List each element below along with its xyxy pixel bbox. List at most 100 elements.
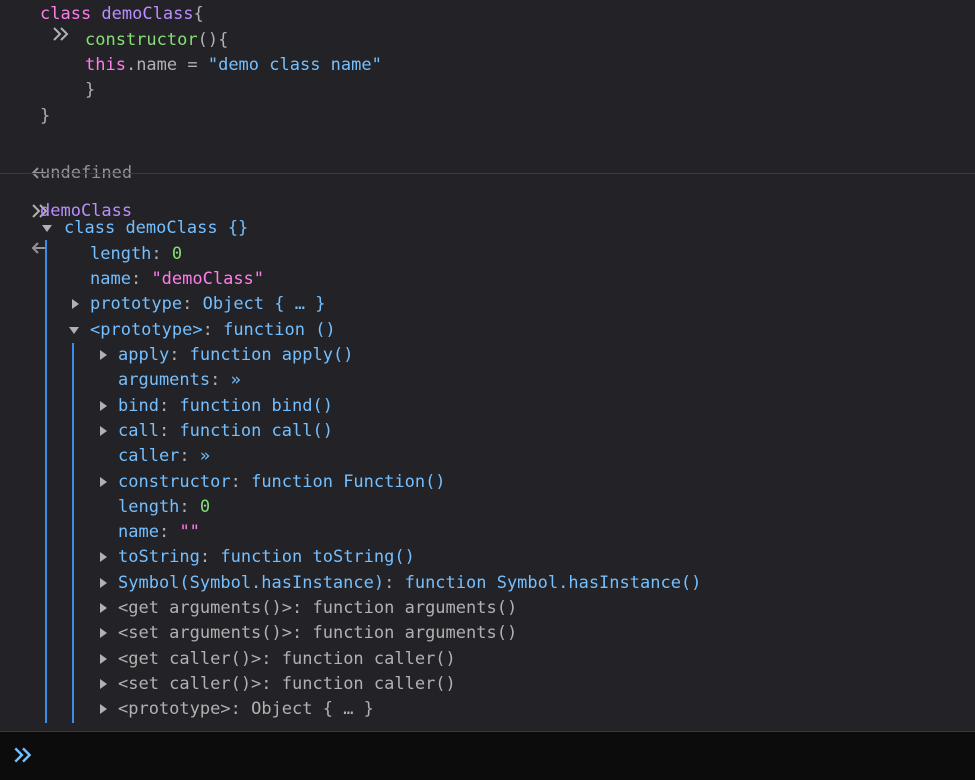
input-row-2: demoClass <box>10 181 132 221</box>
property-key: Symbol(Symbol.hasInstance) <box>118 572 385 593</box>
input-prompt-icon <box>14 747 32 763</box>
expand-triangle-icon[interactable] <box>100 678 107 689</box>
property-key: length <box>118 496 180 517</box>
prototype-property: length: 0 <box>118 497 210 517</box>
object-header-text[interactable]: class demoClass {} <box>64 218 248 238</box>
code-token: constructor <box>85 30 198 50</box>
property-separator: : <box>199 547 221 568</box>
code-token: class <box>40 4 102 24</box>
prop-name: name: "demoClass" <box>90 269 265 289</box>
property-separator: : <box>158 522 180 543</box>
expand-triangle-icon[interactable] <box>100 400 107 411</box>
property-key: name <box>118 522 159 543</box>
property-separator: : <box>230 471 252 492</box>
property-value: function Symbol.hasInstance() <box>404 572 702 593</box>
property-value: function arguments() <box>312 598 518 618</box>
class-body: {} <box>227 218 249 238</box>
property-key: <get arguments()> <box>118 598 292 618</box>
property-key: <get caller()> <box>118 648 262 669</box>
code-line: } <box>85 80 95 100</box>
property-key: <set arguments()> <box>118 623 292 644</box>
property-separator: : <box>158 395 180 416</box>
property-value: Object { … } <box>251 699 374 720</box>
prototype-property[interactable]: apply: function apply() <box>118 345 353 365</box>
property-value: function caller() <box>281 673 456 694</box>
prototype-property[interactable]: <get caller()>: function caller() <box>118 649 456 669</box>
prototype-property[interactable]: <set arguments()>: function arguments() <box>118 623 517 643</box>
property-value: » <box>230 370 241 391</box>
expand-triangle-icon[interactable] <box>100 552 107 563</box>
property-key: arguments <box>118 370 211 391</box>
expand-triangle-icon[interactable] <box>100 603 107 613</box>
expand-triangle-icon[interactable] <box>100 476 107 487</box>
prototype-property: caller: » <box>118 446 210 466</box>
property-separator: : <box>292 623 313 644</box>
property-separator: : <box>210 370 231 391</box>
property-key: constructor <box>118 471 231 492</box>
code-token: } <box>40 106 51 126</box>
tree-guide-line <box>45 240 47 723</box>
expand-triangle-icon[interactable] <box>100 628 107 639</box>
property-key: bind <box>118 395 159 416</box>
property-value: 0 <box>199 496 211 517</box>
property-value: function bind() <box>179 395 333 416</box>
property-separator: : <box>384 572 405 593</box>
prop-prototype[interactable]: prototype: Object { … } <box>90 294 325 314</box>
property-value: "" <box>179 522 200 543</box>
property-value: function caller() <box>281 648 456 669</box>
result-row-1: undefined <box>10 143 132 183</box>
object-header[interactable] <box>10 218 47 254</box>
property-key: <prototype> <box>118 699 231 720</box>
prototype-property[interactable]: <set caller()>: function caller() <box>118 674 456 694</box>
property-separator: : <box>179 496 200 517</box>
code-line: this.name = "demo class name" <box>85 55 382 75</box>
property-value: function toString() <box>220 547 415 568</box>
expand-triangle-icon[interactable] <box>100 704 107 715</box>
prototype-property[interactable]: toString: function toString() <box>118 547 415 567</box>
code-line: constructor(){ <box>85 30 228 50</box>
property-separator: : <box>292 598 313 618</box>
code-token: (){ <box>197 30 229 50</box>
entry-separator <box>0 173 975 174</box>
prototype-property[interactable]: bind: function bind() <box>118 396 333 416</box>
tree-guide-line <box>72 343 74 723</box>
expand-triangle-icon[interactable] <box>72 299 79 309</box>
property-key: caller <box>118 446 180 467</box>
expand-triangle-icon[interactable] <box>100 350 107 360</box>
property-separator: : <box>179 446 200 467</box>
collapse-triangle-icon[interactable] <box>69 327 79 334</box>
collapse-triangle-icon[interactable] <box>42 225 52 232</box>
property-key: call <box>118 420 159 441</box>
property-value: function arguments() <box>312 623 518 644</box>
code-token: "demo class name" <box>207 55 382 75</box>
prototype-property: name: "" <box>118 522 200 542</box>
code-line: class demoClass{ <box>40 4 204 24</box>
code-line: } <box>40 106 50 126</box>
class-keyword: class <box>64 218 116 238</box>
property-key: <set caller()> <box>118 673 262 694</box>
code-token: demoClass <box>101 4 194 24</box>
prototype-property[interactable]: <prototype>: Object { … } <box>118 699 374 719</box>
prototype-property[interactable]: Symbol(Symbol.hasInstance): function Sym… <box>118 573 701 593</box>
property-key: apply <box>118 345 170 365</box>
property-value: function Function() <box>251 471 446 492</box>
expand-triangle-icon[interactable] <box>100 653 107 664</box>
property-separator: : <box>230 699 252 720</box>
console-input-bar[interactable] <box>0 731 975 780</box>
property-separator: : <box>169 345 190 365</box>
prop-proto[interactable]: <prototype>: function () <box>90 320 336 340</box>
prototype-property[interactable]: call: function call() <box>118 421 333 441</box>
property-separator: : <box>261 673 282 694</box>
prototype-property[interactable]: constructor: function Function() <box>118 472 446 492</box>
prop-length: length: 0 <box>90 244 183 264</box>
code-token: } <box>85 80 96 100</box>
code-token: { <box>193 4 204 24</box>
expand-triangle-icon[interactable] <box>100 425 107 436</box>
property-value: function call() <box>179 420 333 441</box>
property-key: toString <box>118 547 200 568</box>
expand-triangle-icon[interactable] <box>100 577 107 588</box>
property-value: function apply() <box>189 345 354 365</box>
prototype-property[interactable]: <get arguments()>: function arguments() <box>118 598 517 618</box>
code-token: .name = <box>125 55 208 75</box>
class-name: demoClass <box>125 218 218 238</box>
